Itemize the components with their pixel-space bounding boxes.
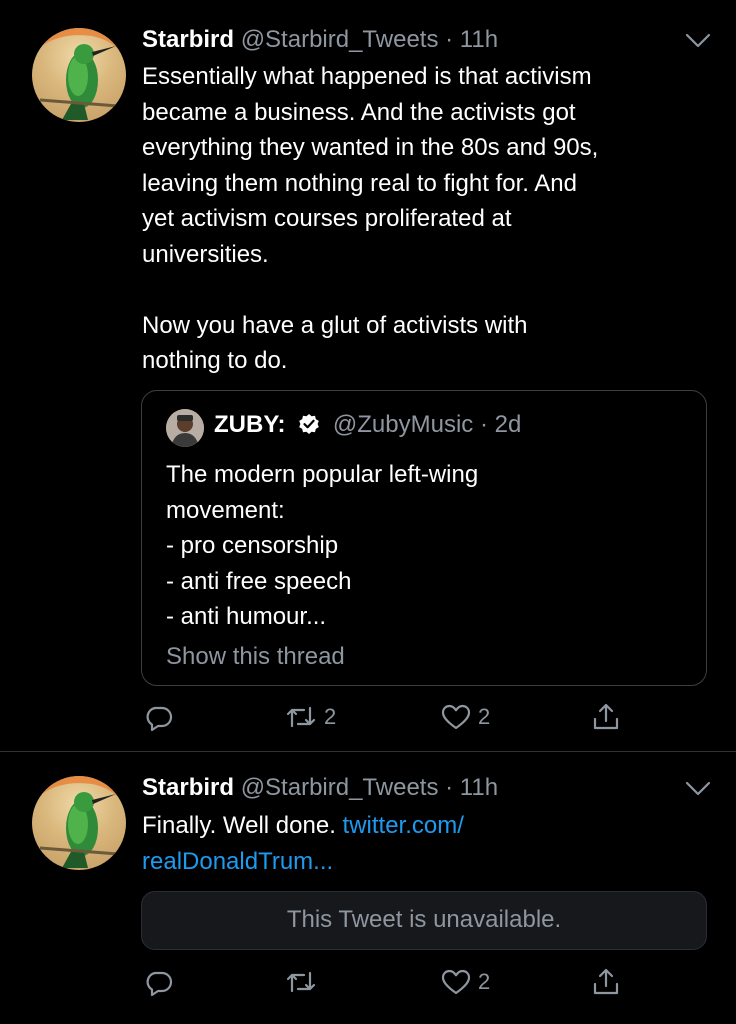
retweet-button[interactable]: 2 — [284, 697, 336, 737]
quoted-timestamp[interactable]: · 2d — [480, 411, 521, 438]
reply-button[interactable] — [144, 962, 174, 1002]
share-icon — [593, 968, 619, 995]
quoted-line: The modern popular left-wing — [166, 461, 479, 488]
tweet-line: universities. — [142, 240, 269, 268]
tweet-header: Starbird @Starbird_Tweets · 11h — [142, 26, 498, 54]
like-button[interactable]: 2 — [440, 962, 490, 1002]
quoted-avatar[interactable] — [166, 409, 204, 447]
tweet-text: Essentially what happened is that activi… — [142, 59, 712, 379]
quoted-text: The modern popular left-wing movement: -… — [166, 457, 686, 635]
retweet-icon — [286, 971, 316, 993]
chevron-down-icon[interactable] — [684, 780, 712, 798]
tweet-link-continued[interactable]: realDonaldTrum... — [142, 848, 333, 875]
avatar[interactable] — [32, 776, 126, 870]
timestamp[interactable]: · 11h — [445, 26, 498, 53]
quoted-header: ZUBY: @ZubyMusic · 2d — [214, 411, 521, 439]
quoted-line: - pro censorship — [166, 532, 339, 559]
tweet-line: everything they wanted in the 80s and 90… — [142, 134, 599, 161]
quoted-handle[interactable]: @ZubyMusic — [333, 411, 473, 438]
tweet-line: Finally. Well done. — [142, 812, 343, 839]
like-button[interactable]: 2 — [440, 697, 490, 737]
author-name[interactable]: Starbird — [142, 26, 234, 53]
author-handle[interactable]: @Starbird_Tweets — [241, 774, 439, 801]
verified-icon — [299, 414, 320, 434]
reply-icon — [146, 706, 173, 732]
tweet-line: leaving them nothing real to fight for. … — [142, 169, 577, 197]
tweet-line: Now you have a glut of activists with — [142, 311, 528, 339]
quoted-line: - anti humour... — [166, 603, 327, 630]
tweet-header: Starbird @Starbird_Tweets · 11h — [142, 774, 498, 802]
share-button[interactable] — [590, 962, 622, 1002]
reply-icon — [146, 971, 173, 997]
quoted-line: movement: — [166, 496, 285, 524]
tweet-actions: 2 — [0, 962, 736, 1002]
tweet-1[interactable]: Starbird @Starbird_Tweets · 11h Essentia… — [0, 0, 736, 750]
tweet-line: became a business. And the activists got — [142, 98, 576, 126]
share-icon — [593, 703, 619, 730]
quoted-tweet[interactable]: ZUBY: @ZubyMusic · 2d The modern popular… — [141, 390, 707, 686]
show-thread-link[interactable]: Show this thread — [166, 643, 345, 671]
tweet-link[interactable]: twitter.com/ — [343, 812, 464, 839]
author-handle[interactable]: @Starbird_Tweets — [241, 26, 439, 53]
tweet-2[interactable]: Starbird @Starbird_Tweets · 11h Finally.… — [0, 752, 736, 1024]
tweet-actions: 2 2 — [0, 697, 736, 737]
unavailable-quote: This Tweet is unavailable. — [141, 891, 707, 950]
avatar[interactable] — [32, 28, 126, 122]
retweet-icon — [286, 706, 316, 728]
tweet-text: Finally. Well done. twitter.com/ realDon… — [142, 808, 712, 879]
reply-button[interactable] — [144, 697, 174, 737]
like-count: 2 — [478, 704, 491, 729]
quoted-author-name[interactable]: ZUBY: — [214, 411, 286, 438]
like-count: 2 — [478, 969, 491, 994]
tweet-line: nothing to do. — [142, 347, 288, 374]
like-icon — [441, 969, 471, 995]
like-icon — [441, 704, 471, 730]
timestamp[interactable]: · 11h — [445, 774, 498, 801]
tweet-line: Essentially what happened is that activi… — [142, 63, 592, 90]
retweet-button[interactable] — [284, 962, 324, 1002]
tweet-line: yet activism courses proliferated at — [142, 205, 512, 232]
quoted-line: - anti free speech — [166, 567, 352, 595]
author-name[interactable]: Starbird — [142, 774, 234, 801]
retweet-count: 2 — [324, 704, 337, 729]
tweet-line — [142, 272, 712, 308]
unavailable-text: This Tweet is unavailable. — [286, 906, 562, 933]
chevron-down-icon[interactable] — [684, 32, 712, 50]
share-button[interactable] — [590, 697, 622, 737]
